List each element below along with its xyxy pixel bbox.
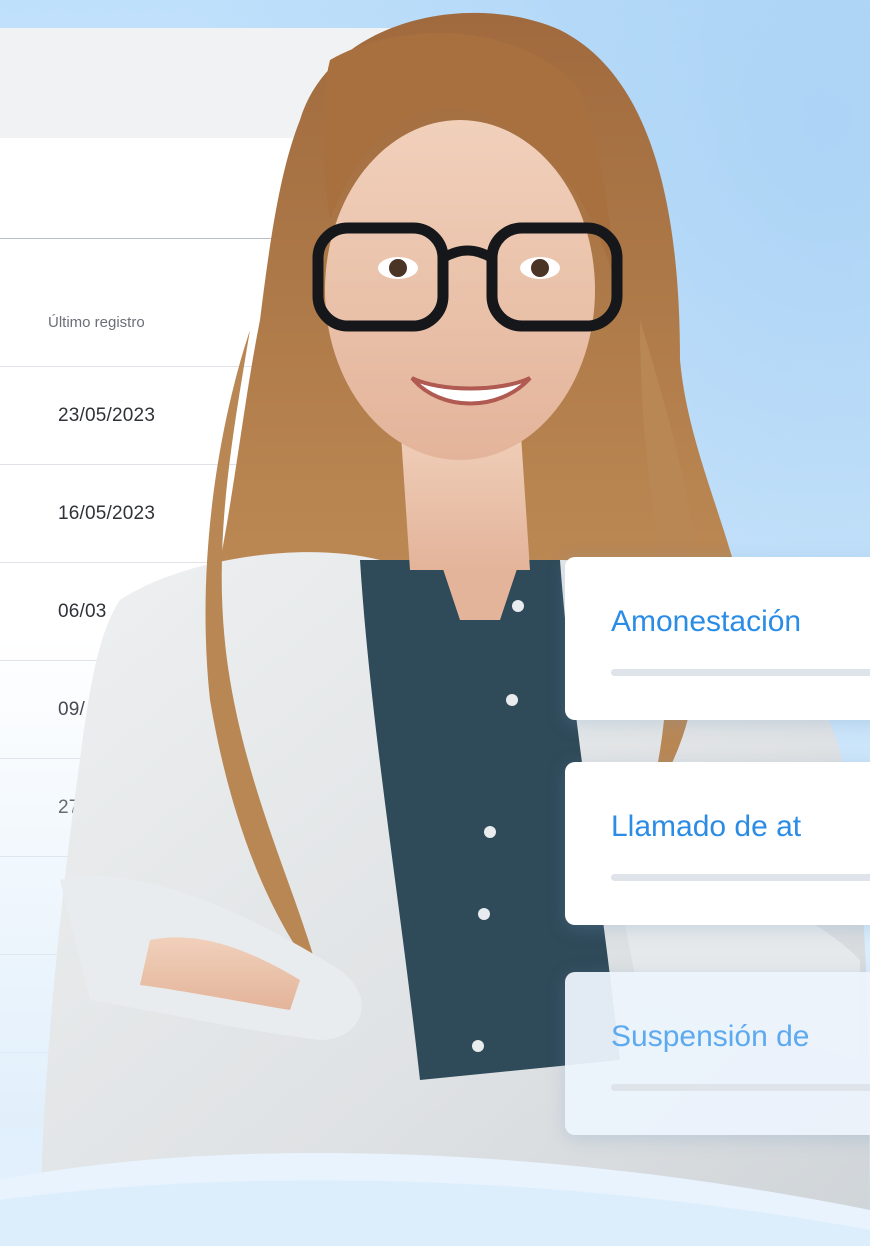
card-progress-bar	[611, 1084, 870, 1091]
card-title: Suspensión de	[611, 1020, 810, 1053]
card-progress-bar	[611, 874, 870, 881]
sanction-card-suspension[interactable]: Suspensión de	[565, 972, 870, 1135]
card-progress-bar	[611, 669, 870, 676]
card-title: Amonestación	[611, 605, 802, 638]
bottom-wave	[0, 1152, 870, 1246]
sanction-card-amonestacion[interactable]: Amonestación	[565, 557, 870, 720]
card-title: Llamado de at	[611, 810, 802, 843]
sanction-card-llamado[interactable]: Llamado de at	[565, 762, 870, 925]
